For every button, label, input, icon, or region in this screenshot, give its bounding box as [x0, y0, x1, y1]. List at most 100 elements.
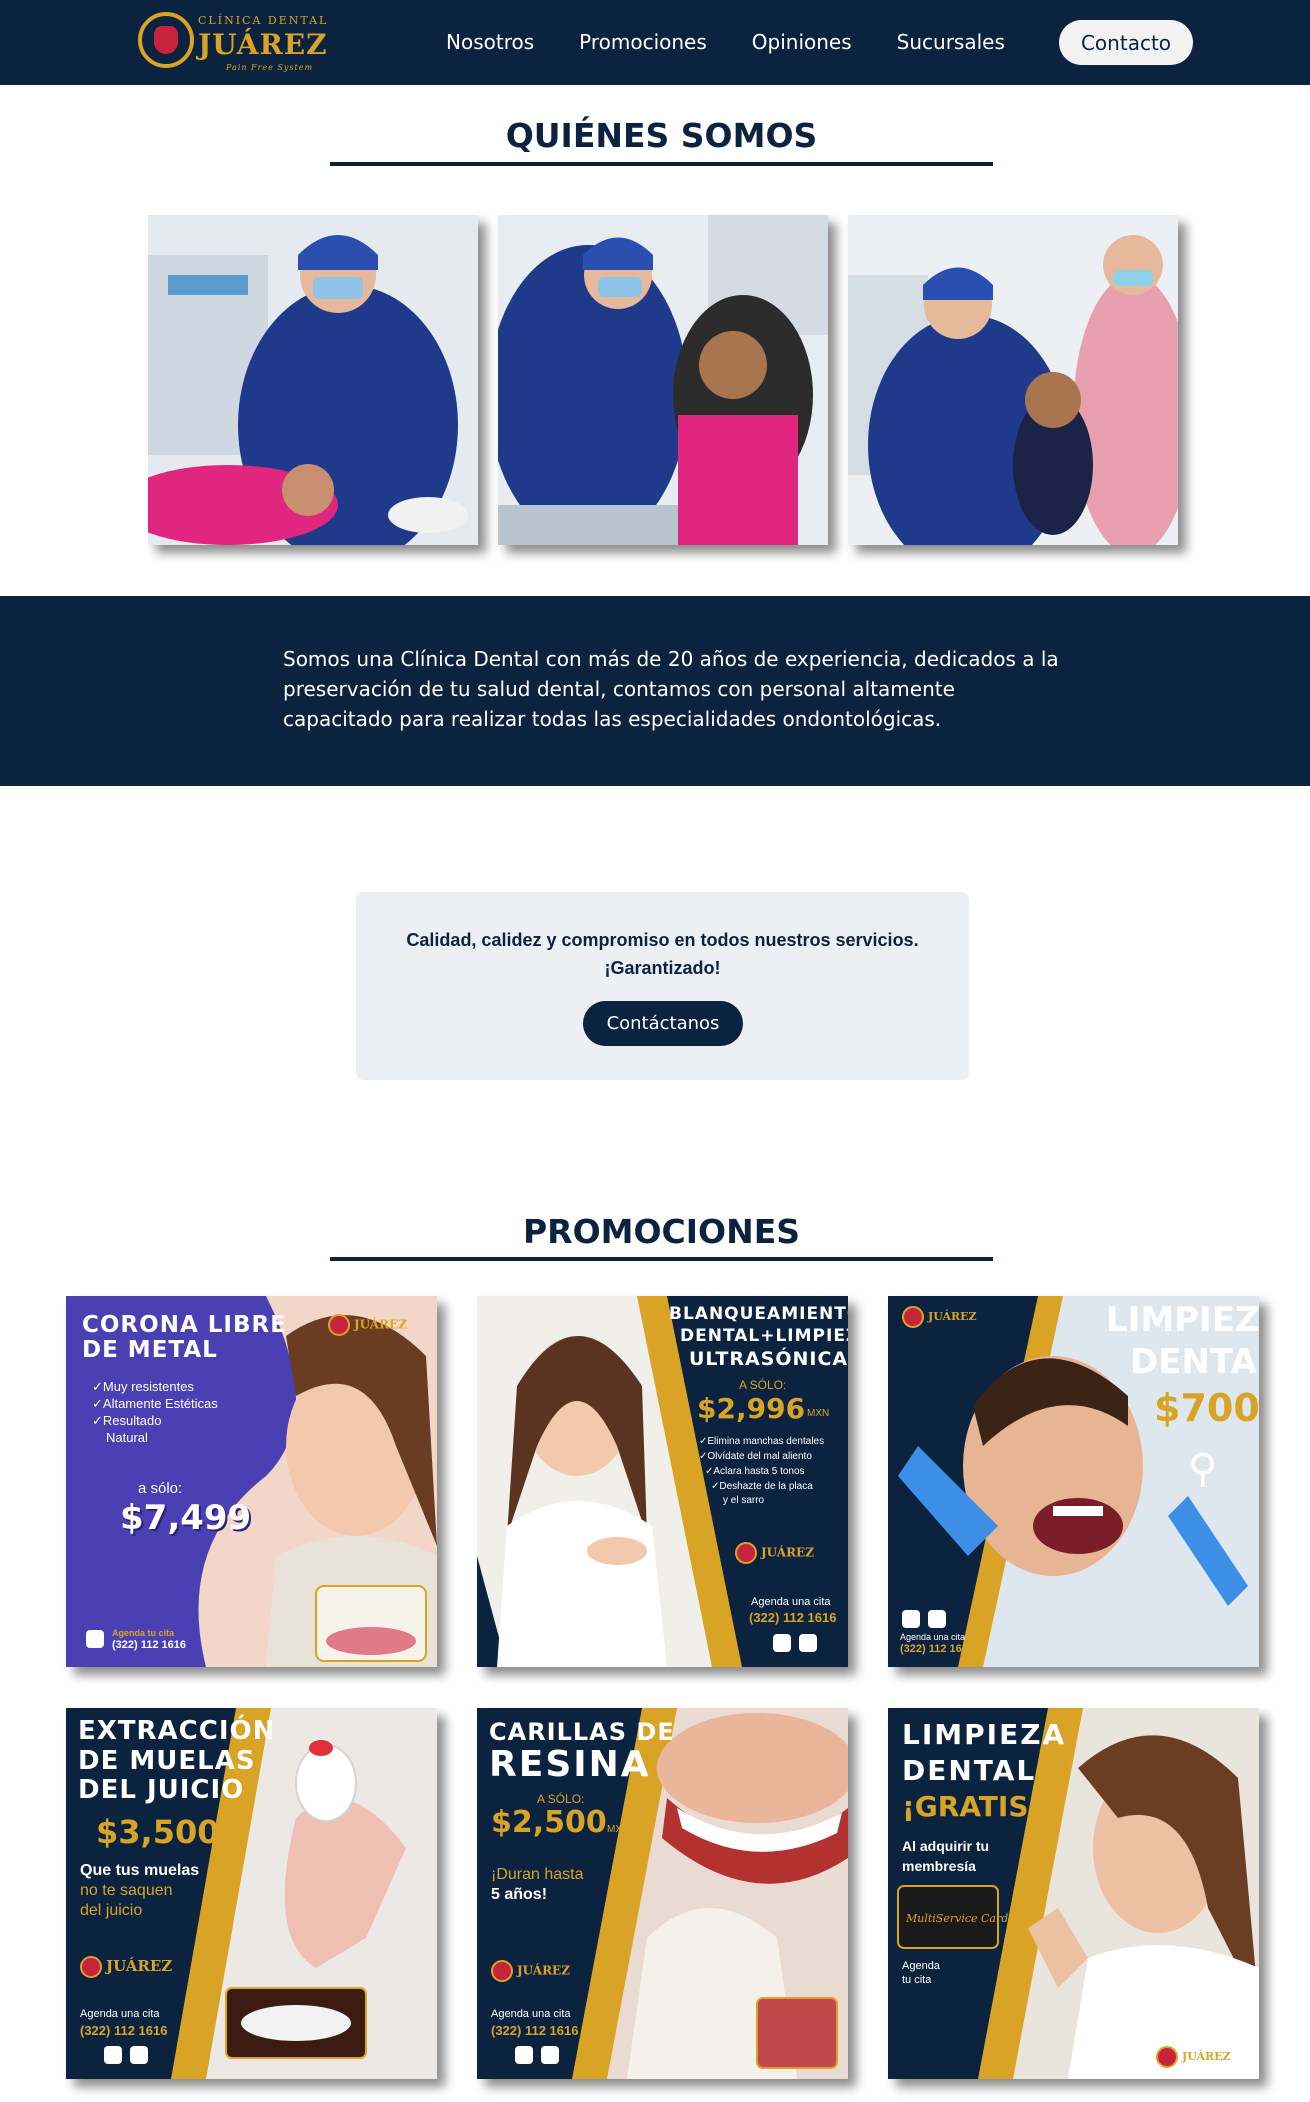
promo-corona-bullet-1: ✓Muy resistentes	[92, 1379, 194, 1394]
phone-icon	[902, 1610, 920, 1628]
logo-tagline: Pain Free System	[226, 63, 314, 72]
nav-link-promociones[interactable]: Promociones	[579, 30, 707, 54]
guarantee-card: Calidad, calidez y compromiso en todos n…	[356, 892, 969, 1080]
promo-extraccion-title-3: DEL JUICIO	[78, 1775, 245, 1805]
promo-carillas-price-label: A SÓLO:	[537, 1792, 585, 1806]
promo-carillas-title-2: RESINA	[489, 1744, 651, 1785]
promo-carillas-currency: MXN	[607, 1824, 630, 1835]
promo-extraccion-contact-1: Agenda una cita	[80, 2008, 160, 2020]
promo-limpieza-contact-2: (322) 112 1616	[900, 1643, 975, 1655]
promo-card-extraccion[interactable]: EXTRACCIÓN DE MUELAS DEL JUICIO $3,500 Q…	[66, 1708, 437, 2079]
promo-corona-whatsapp-icon	[86, 1630, 104, 1648]
promo-corona-bullet-3: ✓Resultado	[92, 1413, 162, 1428]
whatsapp-icon	[130, 2046, 148, 2064]
clinic-logo[interactable]: CLÍNICA DENTAL JUÁREZ Pain Free System	[138, 12, 338, 72]
promo-corona-bullet-2: ✓Altamente Estéticas	[92, 1396, 218, 1411]
about-photo-2	[498, 215, 828, 545]
promo-limpieza-contact-icons	[902, 1610, 946, 1628]
multiservice-card-label: MultiService Card	[906, 1912, 1009, 1925]
promo-carillas-contact-1: Agenda una cita	[491, 2008, 571, 2020]
promo-blanqueamiento-title-2: DENTAL+LIMPIEZA	[680, 1326, 848, 1346]
promo-blanqueamiento-contact-icons	[773, 1634, 817, 1652]
promo-corona-title-1: CORONA LIBRE	[82, 1312, 287, 1338]
promo-extraccion-line-2: no te saquen	[80, 1882, 173, 1899]
about-section-title: QUIÉNES SOMOS	[505, 116, 818, 155]
whatsapp-icon	[799, 1634, 817, 1652]
promo-blanqueamiento-bullet-5: y el sarro	[723, 1495, 765, 1506]
promo-card-limpieza-gratis[interactable]: LIMPIEZA DENTAL ¡GRATIS! Al adquirir tu …	[888, 1708, 1259, 2079]
promo-blanqueamiento-logo: JUÁREZ	[735, 1542, 814, 1564]
promo-limpieza-contact-1: Agenda una cita	[900, 1632, 966, 1642]
promotions-section-title: PROMOCIONES	[522, 1212, 801, 1251]
promo-limpieza-gratis-line-1: Al adquirir tu	[902, 1838, 990, 1854]
about-photo-3	[848, 215, 1178, 545]
promo-card-corona[interactable]: CORONA LIBRE DE METAL JUÁREZ ✓Muy resist…	[66, 1296, 437, 1667]
promo-corona-contact-1: Agenda tu cita	[112, 1628, 175, 1638]
promo-carillas-price: $2,500	[491, 1805, 607, 1840]
dentist-with-patient-photo	[148, 215, 478, 545]
promo-limpieza-title-2: DENTAL	[1130, 1342, 1259, 1382]
promo-carillas-line-2: 5 años!	[491, 1886, 548, 1903]
about-photo-1	[148, 215, 478, 545]
promo-blanqueamiento-bullet-2: ✓Olvídate del mal aliento	[699, 1451, 812, 1462]
promo-blanqueamiento-title-3: ULTRASÓNICA	[689, 1348, 848, 1370]
promo-blanqueamiento-bullet-3: ✓Aclara hasta 5 tonos	[705, 1466, 805, 1477]
promo-blanqueamiento-price-label: A SÓLO:	[739, 1378, 787, 1392]
promo-blanqueamiento-contact-1: Agenda una cita	[751, 1596, 831, 1608]
promo-limpieza-gratis-contact-2: tu cita	[902, 1974, 932, 1986]
promo-extraccion-logo: JUÁREZ	[80, 1956, 172, 1978]
contactanos-button[interactable]: Contáctanos	[583, 1001, 743, 1046]
nav-link-nosotros[interactable]: Nosotros	[446, 30, 534, 54]
main-nav: Nosotros Promociones Opiniones Sucursale…	[446, 30, 1005, 54]
promo-carillas-contact-icons	[515, 2046, 559, 2064]
promo-extraccion-title-2: DE MUELAS	[78, 1746, 256, 1776]
promo-corona-bullet-4: Natural	[106, 1430, 148, 1445]
dentist-treating-child-photo	[498, 215, 828, 545]
about-title-underline	[330, 162, 993, 166]
guarantee-message: Calidad, calidez y compromiso en todos n…	[356, 926, 969, 982]
promo-blanqueamiento-currency: MXN	[807, 1408, 830, 1419]
promotions-title-underline	[330, 1257, 993, 1261]
nav-link-sucursales[interactable]: Sucursales	[897, 30, 1005, 54]
promo-corona-title-2: DE METAL	[82, 1337, 218, 1363]
about-description-text: Somos una Clínica Dental con más de 20 a…	[283, 647, 1059, 731]
promo-limpieza-price: $700	[1154, 1386, 1259, 1430]
contact-button[interactable]: Contacto	[1059, 20, 1193, 65]
promo-extraccion-contact-2: (322) 112 1616	[80, 2023, 168, 2038]
promo-card-limpieza[interactable]: JUÁREZ LIMPIEZA DENTAL $700 ⚲ Agenda una…	[888, 1296, 1259, 1667]
promo-extraccion-line-3: del juicio	[80, 1902, 143, 1919]
phone-icon	[515, 2046, 533, 2064]
dentist-and-assistant-photo	[848, 215, 1178, 545]
promo-corona-price: $7,499	[120, 1498, 252, 1538]
logo-main-text: JUÁREZ	[198, 28, 328, 61]
phone-icon	[773, 1634, 791, 1652]
promo-card-carillas[interactable]: CARILLAS DE RESINA A SÓLO: $2,500 MXN ¡D…	[477, 1708, 848, 2079]
about-description-band: Somos una Clínica Dental con más de 20 a…	[0, 596, 1310, 786]
promo-card-blanqueamiento[interactable]: BLANQUEAMIENTO DENTAL+LIMPIEZA ULTRASÓNI…	[477, 1296, 848, 1667]
promo-extraccion-price: $3,500	[96, 1813, 220, 1851]
top-navbar: CLÍNICA DENTAL JUÁREZ Pain Free System N…	[0, 0, 1310, 85]
promo-blanqueamiento-contact-2: (322) 112 1616	[749, 1610, 837, 1625]
promo-limpieza-gratis-line-2: membresía	[902, 1858, 976, 1874]
guarantee-line-2: ¡Garantizado!	[604, 958, 721, 978]
whatsapp-icon	[541, 2046, 559, 2064]
tooth-icon: ⚲	[1188, 1446, 1218, 1492]
promo-limpieza-gratis-title-1: LIMPIEZA	[902, 1718, 1067, 1751]
promo-carillas-title-1: CARILLAS DE	[489, 1718, 675, 1746]
promo-limpieza-gratis-logo: JUÁREZ	[1156, 2046, 1231, 2068]
promo-blanqueamiento-bullet-1: ✓Elimina manchas dentales	[699, 1436, 825, 1447]
phone-icon	[104, 2046, 122, 2064]
nav-link-opiniones[interactable]: Opiniones	[752, 30, 852, 54]
promo-extraccion-title-1: EXTRACCIÓN	[78, 1716, 276, 1746]
promo-corona-price-label: a sólo:	[138, 1480, 183, 1497]
promo-limpieza-gratis-title-2: DENTAL	[902, 1754, 1037, 1787]
promo-extraccion-contact-icons	[104, 2046, 148, 2064]
promo-blanqueamiento-bullet-4: ✓Deshazte de la placa	[711, 1481, 813, 1492]
promo-blanqueamiento-title-1: BLANQUEAMIENTO	[669, 1304, 848, 1324]
promo-corona-logo: JUÁREZ	[328, 1314, 407, 1336]
promo-limpieza-gratis-contact-1: Agenda	[902, 1960, 940, 1972]
promo-corona-contact-2: (322) 112 1616	[112, 1639, 187, 1651]
guarantee-line-1: Calidad, calidez y compromiso en todos n…	[406, 930, 919, 950]
tooth-logo-icon	[138, 12, 194, 68]
logo-top-text: CLÍNICA DENTAL	[198, 14, 329, 27]
